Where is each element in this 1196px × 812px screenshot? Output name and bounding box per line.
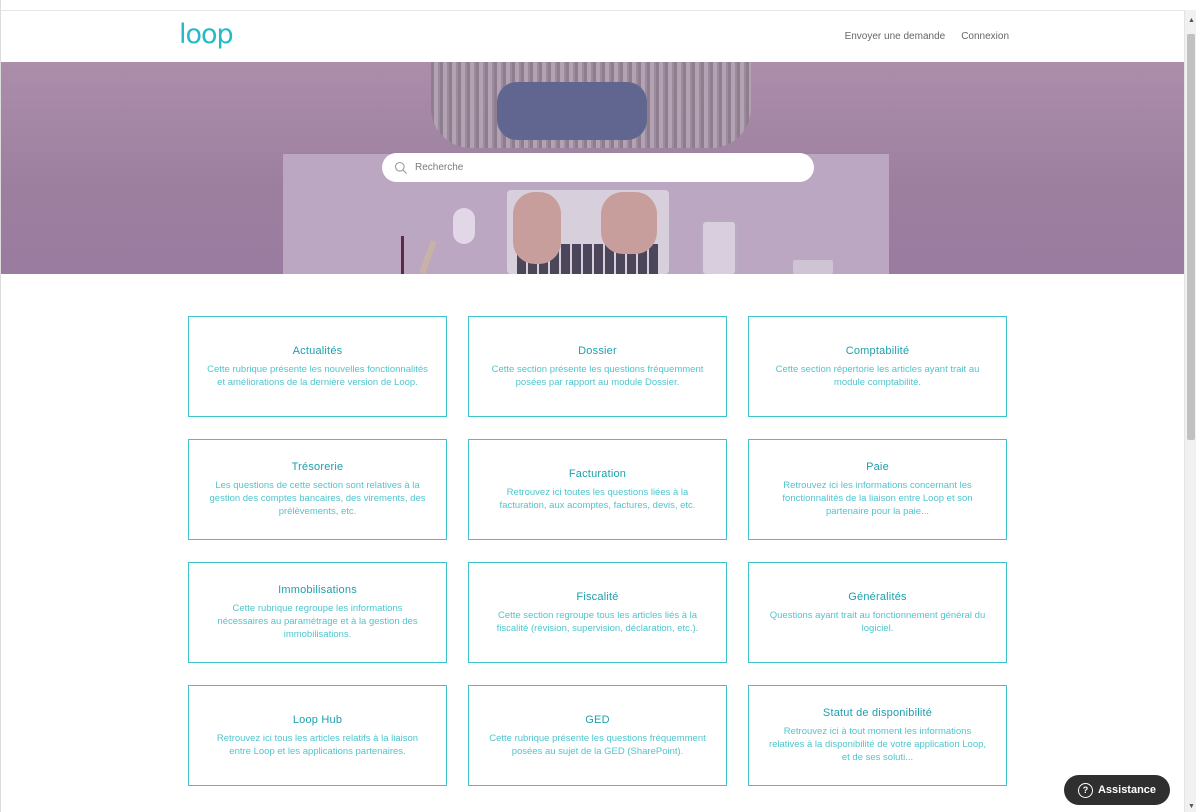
category-title: Dossier	[578, 344, 617, 357]
category-card-facturation[interactable]: Facturation Retrouvez ici toutes les que…	[468, 439, 727, 540]
hero-banner	[1, 62, 1184, 274]
vertical-scrollbar[interactable]: ▲ ▼	[1184, 10, 1196, 812]
category-description: Retrouvez ici tous les articles relatifs…	[216, 732, 419, 757]
category-description: Cette rubrique regroupe les informations…	[217, 603, 418, 640]
category-description: Questions ayant trait au fonctionnement …	[769, 609, 986, 634]
category-title: Actualités	[292, 344, 343, 357]
category-title: Statut de disponibilité	[822, 707, 933, 719]
top-navbar: loop Envoyer une demande Connexion	[1, 10, 1184, 62]
category-grid: Actualités Cette rubrique présente les n…	[188, 316, 1007, 786]
scroll-down-arrow-icon[interactable]: ▼	[1188, 803, 1195, 810]
category-title: Immobilisations	[278, 584, 357, 596]
category-title: GED	[585, 713, 610, 726]
category-card-tresorerie[interactable]: Trésorerie Les questions de cette sectio…	[188, 439, 447, 540]
help-icon: ?	[1077, 782, 1093, 798]
hero-mouse	[453, 208, 475, 244]
category-card-immobilisations[interactable]: Immobilisations Cette rubrique regroupe …	[188, 562, 447, 663]
login-link[interactable]: Connexion	[961, 31, 1009, 42]
submit-request-link[interactable]: Envoyer une demande	[845, 31, 946, 42]
scroll-up-arrow-icon[interactable]: ▲	[1188, 17, 1195, 24]
category-card-dossier[interactable]: Dossier Cette section présente les quest…	[468, 316, 727, 417]
hero-hand-right	[601, 192, 657, 254]
category-card-statut[interactable]: Statut de disponibilité Retrouvez ici à …	[748, 685, 1007, 786]
hero-hand-left	[513, 192, 561, 264]
category-description: Cette rubrique présente les nouvelles fo…	[207, 363, 428, 388]
header-nav: Envoyer une demande Connexion	[845, 31, 1009, 42]
hero-person-jeans	[497, 82, 647, 140]
assistance-label: Assistance	[1097, 784, 1157, 796]
category-card-loop-hub[interactable]: Loop Hub Retrouvez ici tous les articles…	[188, 685, 447, 786]
category-title: Généralités	[848, 590, 907, 603]
search-bar[interactable]	[382, 153, 814, 182]
category-description: Cette rubrique présente les questions fr…	[489, 732, 706, 757]
category-description: Les questions de cette section sont rela…	[209, 480, 426, 517]
category-card-fiscalite[interactable]: Fiscalité Cette section regroupe tous le…	[468, 562, 727, 663]
category-title: Comptabilité	[845, 344, 910, 357]
hero-pen	[401, 236, 404, 274]
search-icon	[394, 161, 408, 175]
category-card-ged[interactable]: GED Cette rubrique présente les question…	[468, 685, 727, 786]
category-description: Cette section répertorie les articles ay…	[775, 363, 980, 388]
category-description: Cette section regroupe tous les articles…	[496, 609, 699, 634]
category-title: Paie	[866, 461, 889, 473]
category-title: Loop Hub	[292, 713, 343, 726]
category-card-paie[interactable]: Paie Retrouvez ici les informations conc…	[748, 439, 1007, 540]
category-description: Retrouvez ici toutes les questions liées…	[499, 486, 696, 511]
page: loop Envoyer une demande Connexion Reche…	[0, 0, 1184, 812]
scrollbar-thumb[interactable]	[1187, 34, 1195, 440]
category-card-actualites[interactable]: Actualités Cette rubrique présente les n…	[188, 316, 447, 417]
category-description: Cette section présente les questions fré…	[491, 363, 704, 388]
category-title: Facturation	[568, 467, 627, 480]
logo[interactable]: loop	[179, 19, 234, 50]
category-description: Retrouvez ici à tout moment les informat…	[768, 726, 987, 763]
assistance-button[interactable]: ? Assistance	[1064, 775, 1170, 805]
category-description: Retrouvez ici les informations concernan…	[782, 480, 973, 517]
category-card-generalites[interactable]: Généralités Questions ayant trait au fon…	[748, 562, 1007, 663]
category-card-comptabilite[interactable]: Comptabilité Cette section répertorie le…	[748, 316, 1007, 417]
search-input[interactable]	[415, 162, 814, 173]
category-title: Trésorerie	[291, 461, 344, 473]
category-title: Fiscalité	[576, 590, 619, 603]
hero-phone	[701, 220, 737, 274]
hero-calculator	[793, 260, 833, 274]
